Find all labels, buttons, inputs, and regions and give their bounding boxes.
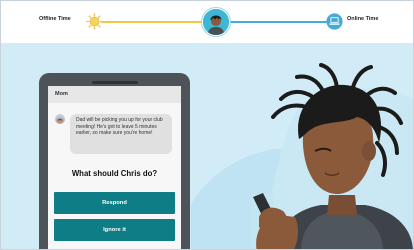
timeline-bar: Offline Time Online Time	[1, 1, 413, 44]
sun-icon	[86, 13, 103, 30]
chris-character	[253, 63, 413, 249]
respond-button[interactable]: Respond	[54, 192, 175, 214]
online-time-label: Online Time	[347, 16, 379, 22]
phone-screen: Mom Dad will be picking you up for your …	[48, 86, 181, 249]
contact-name: Mom	[55, 91, 68, 97]
offline-time-label: Offline Time	[39, 16, 71, 22]
message-bubble: Dad will be picking you up for your club…	[70, 114, 172, 154]
online-track	[221, 20, 334, 23]
choice-question: What should Chris do?	[71, 169, 158, 178]
chat-header: Mom	[48, 86, 181, 103]
ignore-it-button[interactable]: Ignore it	[54, 219, 175, 241]
sender-avatar	[55, 114, 65, 124]
scene-frame: Offline Time Online Time Mom Dad will be…	[0, 0, 414, 250]
phone-speaker	[92, 81, 138, 84]
laptop-icon	[326, 13, 343, 30]
offline-track	[101, 20, 205, 23]
character-avatar	[202, 8, 230, 36]
